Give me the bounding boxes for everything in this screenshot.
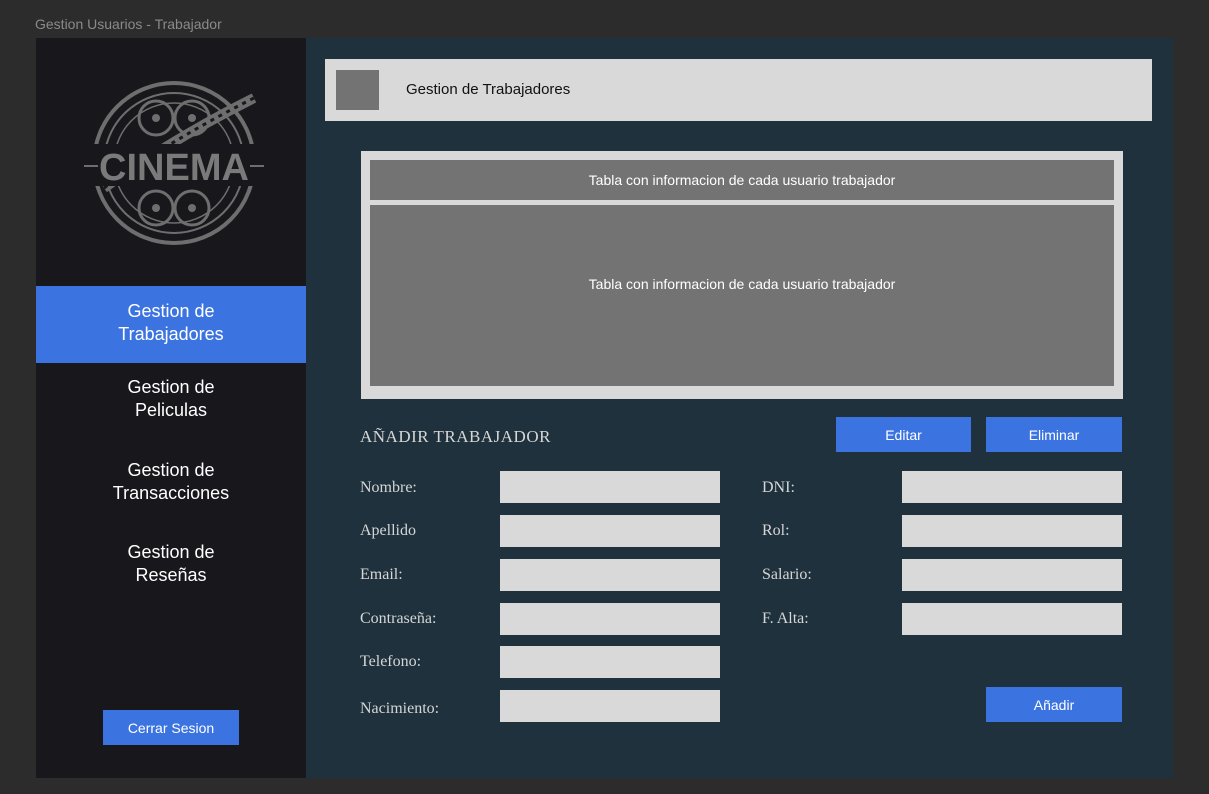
sidebar-item-label: Peliculas [134, 400, 208, 420]
sidebar-item-label: Gestion de [127, 542, 215, 562]
sidebar-item-resenas[interactable]: Gestion de Reseñas [36, 541, 306, 587]
apellido-field[interactable] [500, 515, 720, 547]
logo-text: CINEMA [99, 147, 249, 189]
logout-button[interactable]: Cerrar Sesion [103, 710, 239, 745]
edit-button[interactable]: Editar [836, 417, 971, 452]
window-title: Gestion Usuarios - Trabajador [35, 16, 222, 32]
sidebar-item-trabajadores[interactable]: Gestion de Trabajadores [36, 286, 306, 363]
delete-button[interactable]: Eliminar [986, 417, 1122, 452]
email-field[interactable] [500, 559, 720, 591]
sidebar-item-label: Transacciones [112, 483, 230, 503]
header-bar: Gestion de Trabajadores [325, 59, 1152, 121]
workers-table: Tabla con informacion de cada usuario tr… [361, 151, 1123, 399]
contrasena-label: Contraseña: [360, 610, 437, 627]
add-button[interactable]: Añadir [986, 687, 1122, 722]
sidebar: CINEMA Gestion de Trabajadores Gestion d… [36, 38, 306, 778]
sidebar-item-transacciones[interactable]: Gestion de Transacciones [36, 459, 306, 505]
table-header: Tabla con informacion de cada usuario tr… [370, 160, 1114, 200]
rol-field[interactable] [902, 515, 1122, 547]
nombre-field[interactable] [500, 471, 720, 503]
f-alta-field[interactable] [902, 603, 1122, 635]
sidebar-item-label: Gestion de [127, 301, 215, 321]
nombre-label: Nombre: [360, 479, 417, 496]
email-label: Email: [360, 566, 403, 583]
telefono-field[interactable] [500, 646, 720, 678]
salario-label: Salario: [762, 566, 812, 583]
contrasena-field[interactable] [500, 603, 720, 635]
telefono-label: Telefono: [360, 653, 422, 670]
dni-label: DNI: [762, 479, 795, 496]
salario-field[interactable] [902, 559, 1122, 591]
nacimiento-label: Nacimiento: [360, 700, 440, 717]
sidebar-item-label: Gestion de [127, 460, 215, 480]
main-panel: Gestion de Trabajadores Tabla con inform… [306, 38, 1173, 778]
sidebar-item-peliculas[interactable]: Gestion de Peliculas [36, 376, 306, 422]
f-alta-label: F. Alta: [762, 610, 809, 627]
cinema-logo: CINEMA [84, 78, 264, 248]
dni-field[interactable] [902, 471, 1122, 503]
table-body[interactable]: Tabla con informacion de cada usuario tr… [370, 205, 1114, 386]
sidebar-item-label: Trabajadores [118, 324, 224, 344]
sidebar-item-label: Gestion de [127, 377, 215, 397]
nacimiento-field[interactable] [500, 690, 720, 722]
form-title: AÑADIR TRABAJADOR [360, 427, 551, 446]
rol-label: Rol: [762, 522, 790, 539]
section-icon [336, 70, 379, 110]
apellido-label: Apellido [360, 522, 416, 539]
sidebar-item-label: Reseñas [135, 565, 207, 585]
page-title: Gestion de Trabajadores [406, 81, 571, 98]
